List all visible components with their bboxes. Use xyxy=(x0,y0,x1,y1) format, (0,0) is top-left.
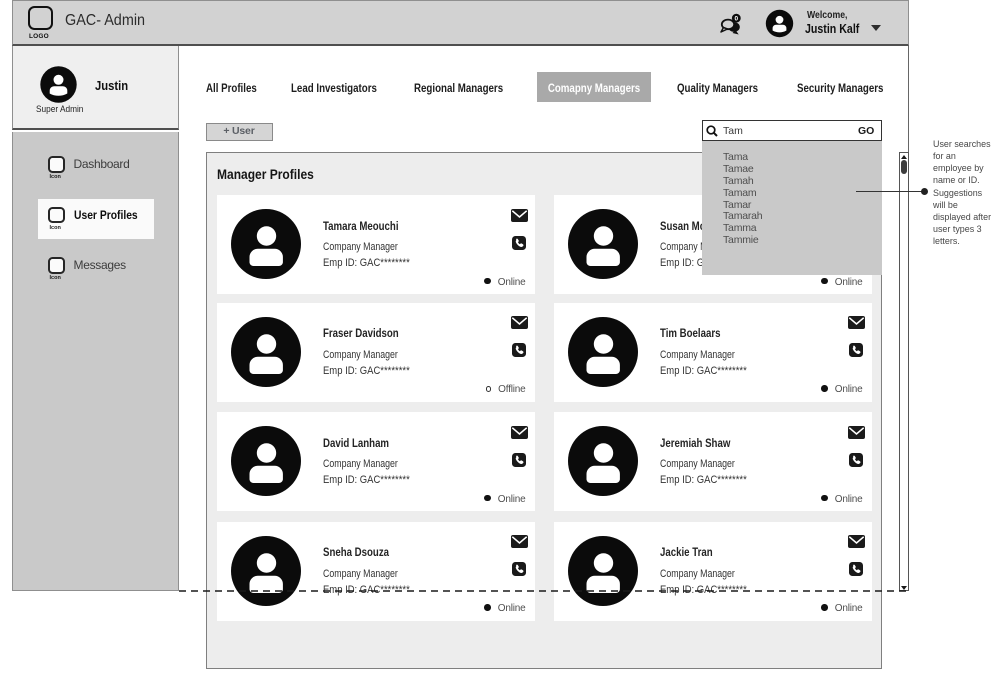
svg-text:0: 0 xyxy=(734,16,738,23)
